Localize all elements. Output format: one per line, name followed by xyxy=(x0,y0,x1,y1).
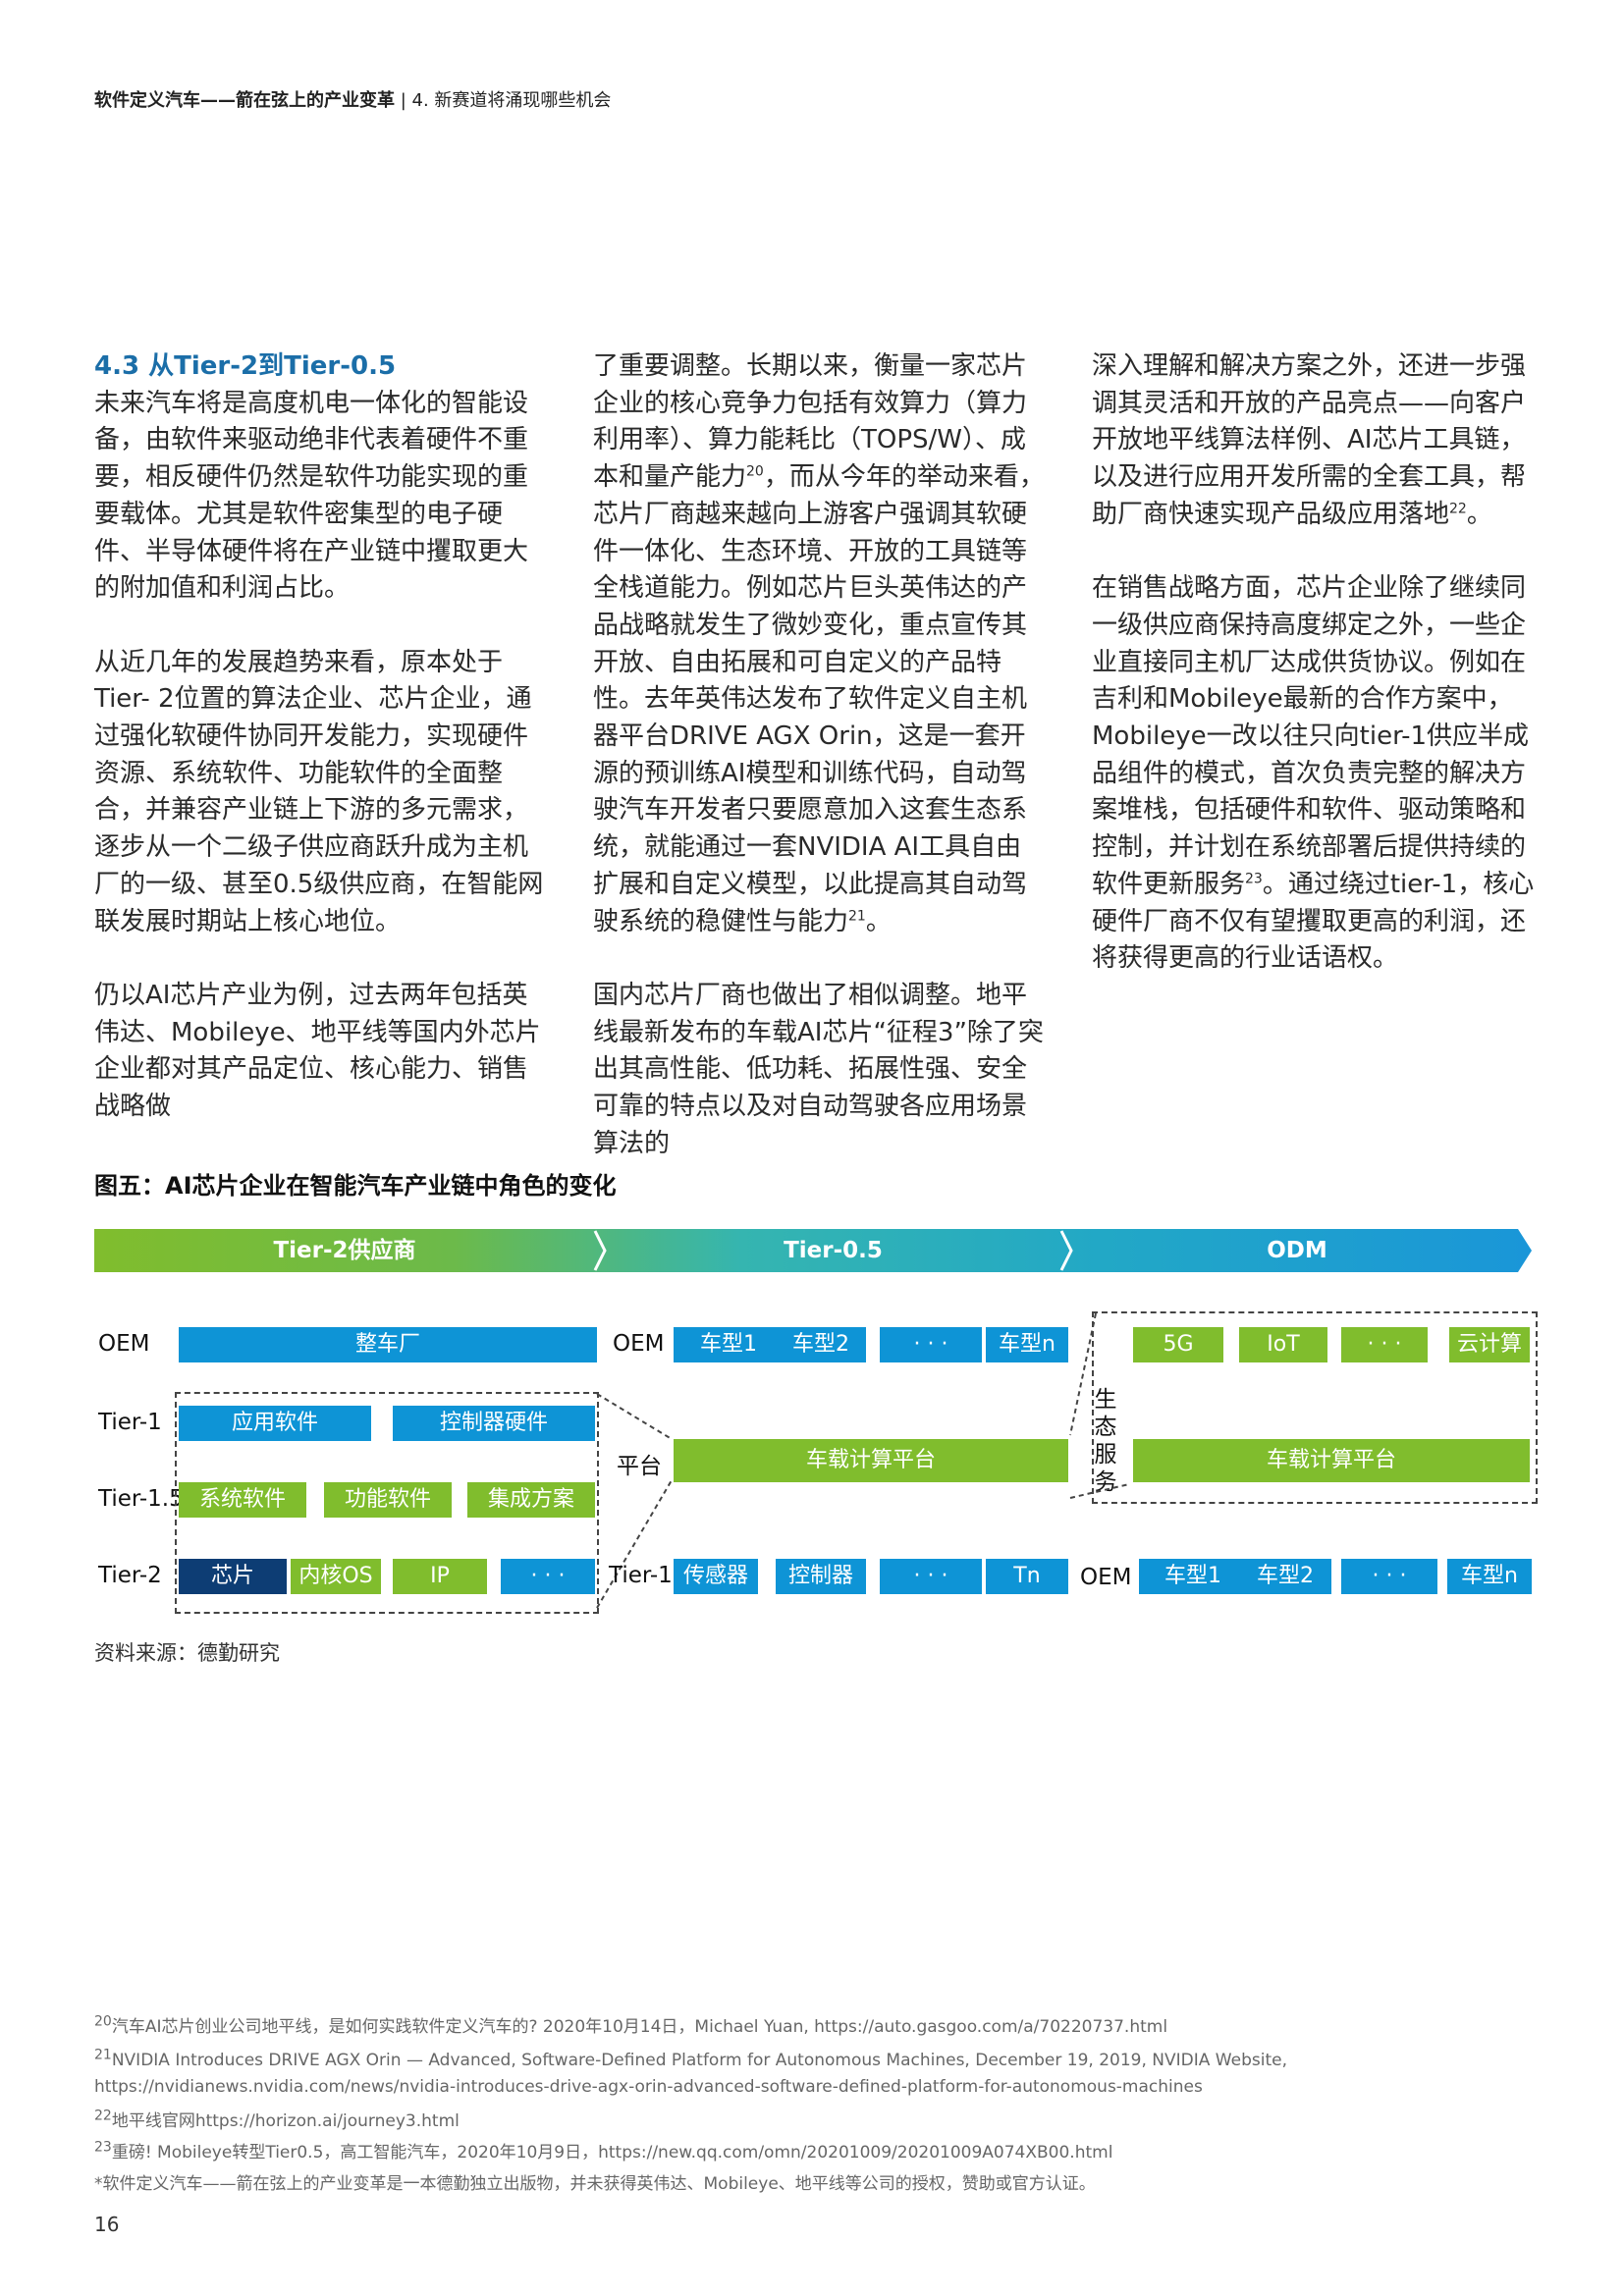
right-model-box: 车型1 xyxy=(1139,1559,1247,1594)
footnote: 23重磅! Mobileye转型Tier0.5，高工智能汽车，2020年10月9… xyxy=(94,2140,1538,2166)
footnote-number: 21 xyxy=(94,2047,112,2063)
eco-box: 云计算 xyxy=(1449,1327,1530,1362)
tier15-box: 集成方案 xyxy=(467,1482,595,1518)
mid-tier1-box: Tn xyxy=(986,1559,1068,1594)
text-column-2: 了重要调整。长期以来，衡量一家芯片企业的核心竞争力包括有效算力（算力利用率）、算… xyxy=(593,348,1045,1200)
right-oem-label: OEM xyxy=(1080,1565,1132,1590)
mid-oem-label: OEM xyxy=(613,1331,665,1357)
mid-tier1-box: 传感器 xyxy=(674,1559,758,1594)
paragraph: 了重要调整。长期以来，衡量一家芯片企业的核心竞争力包括有效算力（算力利用率）、算… xyxy=(593,348,1045,940)
footnote-text: 地平线官网https://horizon.ai/journey3.html xyxy=(111,2111,460,2131)
footnote-number: 20 xyxy=(94,2013,112,2030)
tier1-box: 应用软件 xyxy=(179,1406,371,1441)
mid-model-box: 车型n xyxy=(986,1327,1068,1362)
right-funnel-connector xyxy=(1069,1483,1130,1499)
section-heading: 4.3 从Tier-2到Tier-0.5 xyxy=(94,351,397,381)
footnote: 22地平线官网https://horizon.ai/journey3.html xyxy=(94,2109,1538,2135)
tier15-box: 功能软件 xyxy=(324,1482,452,1518)
header-section: | 4. 新赛道将涌现哪些机会 xyxy=(395,90,612,111)
footnote-text: 汽车AI芯片创业公司地平线，是如何实践软件定义汽车的? 2020年10月14日，… xyxy=(111,2017,1168,2037)
tier2-box: IP xyxy=(393,1559,487,1594)
stage-label-tier2: Tier-2供应商 xyxy=(273,1238,416,1263)
paragraph: 国内芯片厂商也做出了相似调整。地平线最新发布的车载AI芯片“征程3”除了突出其高… xyxy=(593,980,1044,1158)
mid-tier1-box: · · · xyxy=(880,1559,982,1594)
paragraph: 在销售战略方面，芯片企业除了继续同一级供应商保持高度绑定之外，一些企业直接同主机… xyxy=(1092,570,1543,978)
mid-tier1-label: Tier-1 xyxy=(609,1563,673,1588)
footnote-ref: 22 xyxy=(1449,501,1467,517)
paragraph: 深入理解和解决方案之外，还进一步强调其灵活和开放的产品亮点——向客户开放地平线算… xyxy=(1092,348,1543,534)
eco-box: · · · xyxy=(1341,1327,1428,1362)
mid-model-box: 车型1 xyxy=(674,1327,784,1362)
footnote: 20汽车AI芯片创业公司地平线，是如何实践软件定义汽车的? 2020年10月14… xyxy=(94,2014,1538,2041)
right-model-box: 车型n xyxy=(1447,1559,1532,1594)
stage-label-odm: ODM xyxy=(1267,1238,1327,1263)
mid-platform-box: 车载计算平台 xyxy=(674,1439,1068,1482)
text-column-3: 深入理解和解决方案之外，还进一步强调其灵活和开放的产品亮点——向客户开放地平线算… xyxy=(1092,348,1543,1015)
row-label-tier15: Tier-1.5 xyxy=(98,1486,184,1512)
row-label-oem: OEM xyxy=(98,1331,150,1357)
tier1-box: 控制器硬件 xyxy=(393,1406,595,1441)
footnote-ref: 23 xyxy=(1245,871,1263,887)
eco-box: 5G xyxy=(1133,1327,1223,1362)
footnote-text: 重磅! Mobileye转型Tier0.5，高工智能汽车，2020年10月9日，… xyxy=(111,2143,1113,2163)
paragraph-text: 。 xyxy=(865,906,892,936)
footnote: 21NVIDIA Introduces DRIVE AGX Orin — Adv… xyxy=(94,2048,1538,2101)
figure-source: 资料来源：德勤研究 xyxy=(94,1641,280,1665)
right-platform-box: 车载计算平台 xyxy=(1133,1439,1530,1482)
footnote-text: NVIDIA Introduces DRIVE AGX Orin — Advan… xyxy=(94,2051,1287,2097)
paragraph-text: 在销售战略方面，芯片企业除了继续同一级供应商保持高度绑定之外，一些企业直接同主机… xyxy=(1092,573,1530,899)
stage-label-tier05: Tier-0.5 xyxy=(784,1238,883,1263)
mid-model-box: 车型2 xyxy=(776,1327,866,1362)
tier2-box: 内核OS xyxy=(291,1559,381,1594)
text-column-1: 4.3 从Tier-2到Tier-0.5 未来汽车将是高度机电一体化的智能设备，… xyxy=(94,348,546,1162)
stage-arrow-bar: Tier-2供应商 Tier-0.5 ODM xyxy=(94,1229,1532,1272)
running-header: 软件定义汽车——箭在弦上的产业变革 | 4. 新赛道将涌现哪些机会 xyxy=(94,86,611,112)
tier2-box: · · · xyxy=(501,1559,595,1594)
tier2-box-chip: 芯片 xyxy=(179,1559,287,1594)
row-label-tier2: Tier-2 xyxy=(98,1563,162,1588)
paragraph-text: 。 xyxy=(1466,499,1492,529)
eco-box: IoT xyxy=(1239,1327,1327,1362)
mid-tier1-box: 控制器 xyxy=(776,1559,866,1594)
footnote-number: 23 xyxy=(94,2139,112,2156)
page-number: 16 xyxy=(94,2213,120,2236)
right-model-box: 车型2 xyxy=(1239,1559,1331,1594)
right-model-box: · · · xyxy=(1341,1559,1437,1594)
paragraph: 仍以AI芯片产业为例，过去两年包括英伟达、Mobileye、地平线等国内外芯片企… xyxy=(94,980,541,1122)
footnote-number: 22 xyxy=(94,2108,112,2124)
footnote-ref: 21 xyxy=(848,907,866,924)
paragraph-text: ，而从今年的举动来看，芯片厂商越来越向上游客户强调其软硬件一体化、生态环境、开放… xyxy=(593,462,1045,936)
tier15-box: 系统软件 xyxy=(179,1482,306,1518)
paragraph: 从近几年的发展趋势来看，原本处于Tier- 2位置的算法企业、芯片企业，通过强化… xyxy=(94,647,544,936)
footnote-ref: 20 xyxy=(746,463,764,480)
figure-title: 图五：AI芯片企业在智能汽车产业链中角色的变化 xyxy=(94,1172,617,1200)
oem-box: 整车厂 xyxy=(179,1327,597,1362)
row-label-tier1: Tier-1 xyxy=(98,1410,162,1435)
mid-model-box: · · · xyxy=(880,1327,982,1362)
header-title: 软件定义汽车——箭在弦上的产业变革 xyxy=(94,90,395,111)
paragraph: 未来汽车将是高度机电一体化的智能设备，由软件来驱动绝非代表着硬件不重要，相反硬件… xyxy=(94,388,529,604)
disclaimer: *软件定义汽车——箭在弦上的产业变革是一本德勤独立出版物，并未获得英伟达、Mob… xyxy=(94,2174,1096,2194)
